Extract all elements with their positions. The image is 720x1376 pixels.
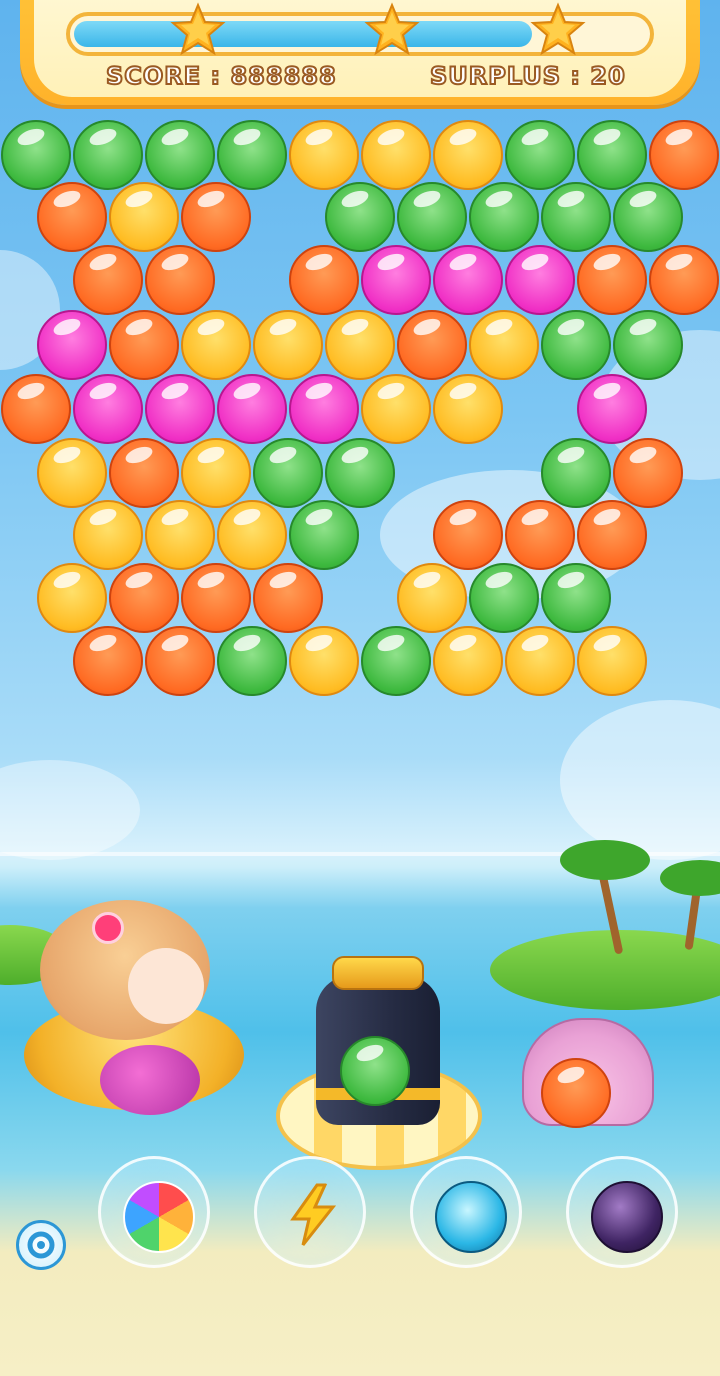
- powerup-rainbow-button[interactable]: [98, 1156, 210, 1268]
- bubble-green: [397, 182, 467, 252]
- settings-button[interactable]: [16, 1220, 66, 1270]
- palm-leaves: [560, 840, 650, 880]
- star-icon: [170, 2, 226, 56]
- bubble-green: [361, 626, 431, 696]
- game-stage[interactable]: SCORE : 888888 SURPLUS : 20: [0, 0, 720, 1376]
- cloud: [560, 700, 720, 860]
- lightning-icon: [290, 1183, 337, 1246]
- bubble-green: [217, 120, 287, 190]
- bubble-yellow: [145, 500, 215, 570]
- bubble-orange: [577, 500, 647, 570]
- bubble-yellow: [505, 626, 575, 696]
- bubble-pink: [73, 374, 143, 444]
- current-bubble[interactable]: [340, 1036, 410, 1106]
- bubble-orange: [181, 563, 251, 633]
- bubble-green: [613, 310, 683, 380]
- powerup-lightning-button[interactable]: [254, 1156, 366, 1268]
- bubble-orange: [649, 245, 719, 315]
- bubble-yellow: [433, 626, 503, 696]
- bubble-green: [73, 120, 143, 190]
- flower-icon: [92, 912, 124, 944]
- bubble-pink: [145, 374, 215, 444]
- bubble-orange: [109, 438, 179, 508]
- bubble-orange: [649, 120, 719, 190]
- bubble-green: [505, 120, 575, 190]
- bubble-green: [541, 438, 611, 508]
- bubble-orange: [73, 626, 143, 696]
- bubble-orange: [505, 500, 575, 570]
- bubble-pink: [37, 310, 107, 380]
- bubble-green: [541, 310, 611, 380]
- bubble-green: [325, 438, 395, 508]
- mermaid-tail: [100, 1045, 200, 1115]
- bubble-yellow: [37, 438, 107, 508]
- bubble-yellow: [361, 374, 431, 444]
- bubble-yellow: [289, 626, 359, 696]
- bubble-yellow: [217, 500, 287, 570]
- bubble-yellow: [397, 563, 467, 633]
- ice-crack-ball-icon: [435, 1181, 507, 1253]
- progress-fill: [74, 21, 532, 47]
- score-label: SCORE : 888888: [105, 61, 337, 91]
- bubble-yellow: [181, 310, 251, 380]
- bubble-orange: [613, 438, 683, 508]
- surplus-label: SURPLUS : 20: [429, 61, 626, 91]
- star-icon: [530, 2, 586, 56]
- bubble-pink: [361, 245, 431, 315]
- bubble-green: [145, 120, 215, 190]
- bubble-orange: [109, 310, 179, 380]
- bubble-orange: [181, 182, 251, 252]
- bubble-yellow: [361, 120, 431, 190]
- gear-icon: [27, 1231, 55, 1259]
- bubble-yellow: [289, 120, 359, 190]
- bubble-yellow: [37, 563, 107, 633]
- bubble-pink: [289, 374, 359, 444]
- bubble-pink: [505, 245, 575, 315]
- bubble-green: [541, 182, 611, 252]
- bubble-yellow: [577, 626, 647, 696]
- bubble-orange: [1, 374, 71, 444]
- bubble-yellow: [433, 374, 503, 444]
- bubble-orange: [145, 626, 215, 696]
- bubble-orange: [433, 500, 503, 570]
- bubble-yellow: [433, 120, 503, 190]
- bubble-orange: [289, 245, 359, 315]
- bubble-orange: [73, 245, 143, 315]
- bubble-green: [217, 626, 287, 696]
- bubble-orange: [145, 245, 215, 315]
- bubble-yellow: [109, 182, 179, 252]
- bomb-icon: [591, 1181, 663, 1253]
- bubble-yellow: [469, 310, 539, 380]
- bubble-green: [289, 500, 359, 570]
- bubble-green: [469, 563, 539, 633]
- palm-leaves: [660, 860, 720, 896]
- bubble-pink: [577, 374, 647, 444]
- bubble-green: [1, 120, 71, 190]
- bubble-green: [613, 182, 683, 252]
- bubble-pink: [217, 374, 287, 444]
- bubble-green: [325, 182, 395, 252]
- bubble-orange: [37, 182, 107, 252]
- bubble-yellow: [253, 310, 323, 380]
- bubble-green: [577, 120, 647, 190]
- bubble-green: [469, 182, 539, 252]
- cloud: [0, 760, 140, 860]
- rainbow-ball-icon: [123, 1181, 195, 1253]
- bubble-yellow: [73, 500, 143, 570]
- next-bubble[interactable]: [541, 1058, 611, 1128]
- bubble-yellow: [325, 310, 395, 380]
- bubble-green: [541, 563, 611, 633]
- bubble-orange: [253, 563, 323, 633]
- bubble-orange: [577, 245, 647, 315]
- star-icon: [364, 2, 420, 56]
- mermaid-face: [128, 948, 204, 1024]
- powerup-ice-button[interactable]: [410, 1156, 522, 1268]
- bubble-orange: [109, 563, 179, 633]
- bubble-pink: [433, 245, 503, 315]
- bubble-orange: [397, 310, 467, 380]
- bubble-green: [253, 438, 323, 508]
- bubble-yellow: [181, 438, 251, 508]
- powerup-bomb-button[interactable]: [566, 1156, 678, 1268]
- cannon-muzzle: [332, 956, 424, 990]
